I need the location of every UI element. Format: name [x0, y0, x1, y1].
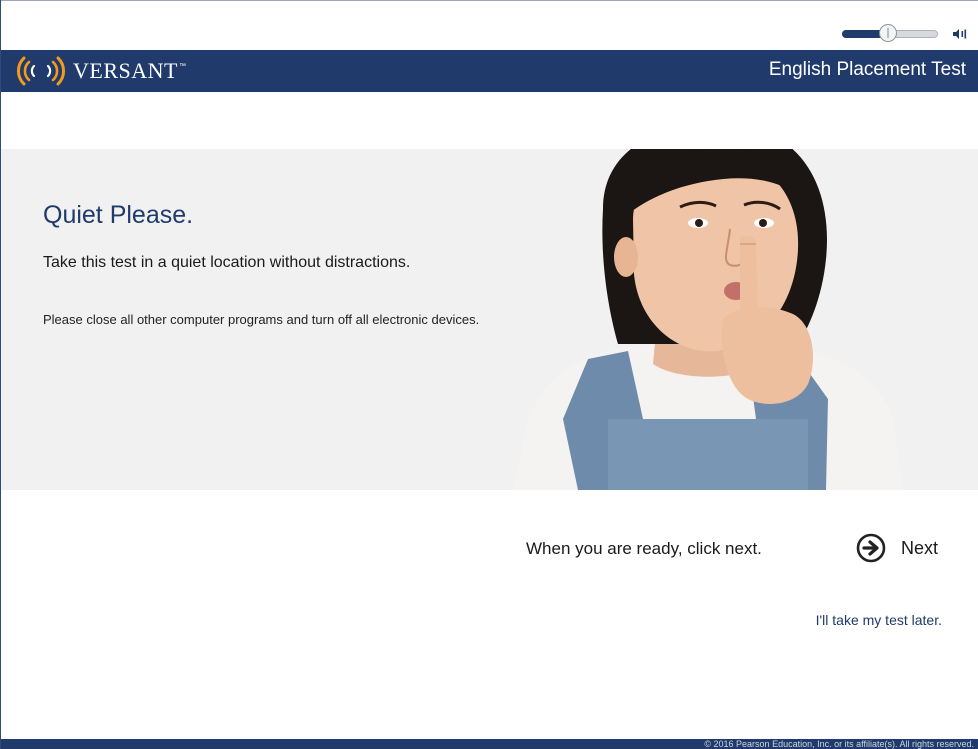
- take-test-later-link[interactable]: I'll take my test later.: [816, 612, 942, 628]
- page-title: English Placement Test: [768, 59, 966, 80]
- arrow-circle-right-icon[interactable]: [856, 533, 886, 563]
- volume-control[interactable]: [842, 24, 972, 44]
- brand-name: VERSANT: [73, 58, 178, 83]
- versant-logo: VERSANT ™: [11, 56, 186, 86]
- speaker-icon[interactable]: [952, 27, 968, 41]
- hero-subtitle: Take this test in a quiet location witho…: [43, 254, 411, 271]
- trademark-mark: ™: [178, 62, 186, 70]
- copyright-text: © 2016 Pearson Education, Inc. or its af…: [704, 739, 974, 749]
- next-button[interactable]: Next: [856, 533, 938, 563]
- footer-bar: © 2016 Pearson Education, Inc. or its af…: [1, 739, 978, 749]
- ready-instruction: When you are ready, click next.: [526, 539, 762, 558]
- hero-panel: Quiet Please. Take this test in a quiet …: [1, 149, 978, 490]
- volume-slider-thumb[interactable]: [879, 24, 897, 42]
- hero-note: Please close all other computer programs…: [43, 312, 480, 327]
- next-button-label[interactable]: Next: [901, 538, 938, 559]
- quiet-woman-photo: [513, 149, 903, 490]
- sound-waves-icon: [17, 56, 65, 86]
- app-header: VERSANT ™ English Placement Test: [1, 50, 978, 92]
- hero-heading: Quiet Please.: [43, 201, 194, 229]
- window-top-border: [0, 0, 978, 1]
